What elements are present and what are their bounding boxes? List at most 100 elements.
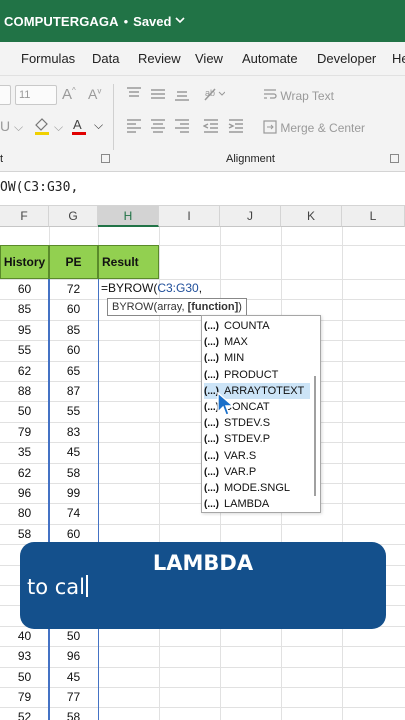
excel-window: COMPUTERGAGA • Saved Formulas Data Revie…: [0, 0, 405, 720]
cell-f[interactable]: 96: [0, 483, 49, 503]
font-size-box[interactable]: 11: [15, 85, 57, 105]
cell-g[interactable]: 60: [49, 299, 98, 319]
font-dialog-launcher-icon[interactable]: [101, 154, 110, 163]
align-right-icon[interactable]: [174, 118, 190, 137]
ribbon-divider: [113, 84, 114, 150]
function-icon: (...): [204, 353, 219, 365]
autocomplete-item[interactable]: (...) MIN: [204, 350, 310, 366]
active-cell-formula[interactable]: =BYROW(C3:G30,: [98, 278, 218, 300]
cell-g[interactable]: 45: [49, 442, 98, 462]
cell-g[interactable]: 83: [49, 422, 98, 442]
underline-dropdown-icon[interactable]: ⌵: [14, 120, 23, 135]
decrease-indent-icon[interactable]: [202, 118, 219, 137]
function-signature-tooltip[interactable]: BYROW(array, [function]): [107, 298, 247, 316]
alignment-dialog-launcher-icon[interactable]: [390, 154, 399, 163]
cell-g[interactable]: 99: [49, 483, 98, 503]
workbook-name[interactable]: COMPUTERGAGA: [4, 14, 119, 29]
tab-view[interactable]: View: [195, 51, 223, 66]
font-color-dropdown-icon[interactable]: ⌵: [94, 118, 103, 133]
column-header-k[interactable]: K: [281, 206, 342, 227]
tab-review[interactable]: Review: [138, 51, 181, 66]
cell-g[interactable]: 96: [49, 646, 98, 666]
cell-g[interactable]: 65: [49, 361, 98, 381]
orientation-icon[interactable]: ab: [203, 86, 226, 105]
cell-g[interactable]: 87: [49, 381, 98, 401]
fill-color-dropdown-icon[interactable]: ⌵: [54, 120, 63, 135]
column-header-j[interactable]: J: [220, 206, 281, 227]
function-icon: (...): [204, 434, 219, 446]
cell-f[interactable]: 52: [0, 707, 49, 720]
cell-g[interactable]: 74: [49, 503, 98, 523]
cell-g[interactable]: 85: [49, 320, 98, 340]
cell-f[interactable]: 50: [0, 401, 49, 421]
wrap-text-button[interactable]: Wrap Text: [263, 88, 334, 103]
cell-f[interactable]: 55: [0, 340, 49, 360]
column-header-g[interactable]: G: [49, 206, 98, 227]
underline-icon[interactable]: U: [0, 118, 10, 134]
cell-f[interactable]: 80: [0, 503, 49, 523]
header-cell-history[interactable]: History: [0, 245, 49, 279]
cell-g[interactable]: 77: [49, 687, 98, 707]
autocomplete-item[interactable]: (...) VAR.S: [204, 448, 310, 464]
tab-formulas[interactable]: Formulas: [21, 51, 75, 66]
autocomplete-scrollbar[interactable]: [314, 376, 316, 496]
formula-bar[interactable]: OW(C3:G30,: [0, 172, 405, 206]
tab-data[interactable]: Data: [92, 51, 119, 66]
cell-f[interactable]: 79: [0, 687, 49, 707]
cell-f[interactable]: 35: [0, 442, 49, 462]
autocomplete-item-label: VAR.S: [224, 449, 257, 462]
cell-f[interactable]: 50: [0, 667, 49, 687]
cell-g[interactable]: 60: [49, 524, 98, 544]
cell-f[interactable]: 79: [0, 422, 49, 442]
cell-f[interactable]: 95: [0, 320, 49, 340]
column-header-f[interactable]: F: [0, 206, 49, 227]
ribbon: 11 A^ Av U ⌵ ⌵ A ⌵ ab Wrap Text Merge & …: [0, 76, 405, 172]
column-header-l[interactable]: L: [342, 206, 405, 227]
tab-help[interactable]: He: [392, 51, 405, 66]
cell-g[interactable]: 55: [49, 401, 98, 421]
chevron-down-icon[interactable]: [175, 15, 186, 27]
header-cell-result[interactable]: Result: [98, 245, 159, 279]
cell-f[interactable]: 93: [0, 646, 49, 666]
autocomplete-item[interactable]: (...) COUNTA: [204, 318, 310, 334]
decrease-font-icon[interactable]: Av: [88, 86, 101, 102]
formula-range-ref: C3:G30: [157, 281, 199, 295]
autocomplete-item[interactable]: (...) STDEV.P: [204, 431, 310, 447]
autocomplete-item[interactable]: (...) MODE.SNGL: [204, 480, 310, 496]
fill-color-icon[interactable]: [32, 116, 52, 139]
save-status[interactable]: Saved: [133, 14, 171, 29]
cell-g[interactable]: 58: [49, 463, 98, 483]
increase-font-icon[interactable]: A^: [62, 86, 76, 103]
align-top-icon[interactable]: [126, 86, 142, 105]
title-bar: COMPUTERGAGA • Saved: [0, 0, 405, 42]
align-middle-icon[interactable]: [150, 86, 166, 105]
align-left-icon[interactable]: [126, 118, 142, 137]
font-group-label: t: [0, 153, 4, 165]
autocomplete-item[interactable]: (...) MAX: [204, 334, 310, 350]
header-cell-pe[interactable]: PE: [49, 245, 98, 279]
tab-developer[interactable]: Developer: [317, 51, 376, 66]
cell-f[interactable]: 88: [0, 381, 49, 401]
cell-f[interactable]: 62: [0, 361, 49, 381]
align-bottom-icon[interactable]: [174, 86, 190, 105]
tab-automate[interactable]: Automate: [242, 51, 298, 66]
autocomplete-item[interactable]: (...) PRODUCT: [204, 367, 310, 383]
align-center-icon[interactable]: [150, 118, 166, 137]
cell-f[interactable]: 62: [0, 463, 49, 483]
cell-g[interactable]: 60: [49, 340, 98, 360]
column-header-i[interactable]: I: [159, 206, 220, 227]
cell-g[interactable]: 45: [49, 667, 98, 687]
cell-f[interactable]: 58: [0, 524, 49, 544]
merge-center-button[interactable]: Merge & Center: [263, 120, 365, 135]
autocomplete-item[interactable]: (...) VAR.P: [204, 464, 310, 480]
autocomplete-item[interactable]: (...) LAMBDA: [204, 496, 310, 512]
font-color-icon[interactable]: A: [70, 116, 88, 139]
cell-g[interactable]: 58: [49, 707, 98, 720]
cell-g[interactable]: 72: [49, 279, 98, 299]
increase-indent-icon[interactable]: [228, 118, 244, 137]
font-name-box[interactable]: [0, 85, 11, 105]
cell-f[interactable]: 60: [0, 279, 49, 299]
cell-f[interactable]: 85: [0, 299, 49, 319]
column-header-h[interactable]: H: [98, 206, 159, 227]
formula-prefix: =BYROW(: [101, 281, 158, 295]
